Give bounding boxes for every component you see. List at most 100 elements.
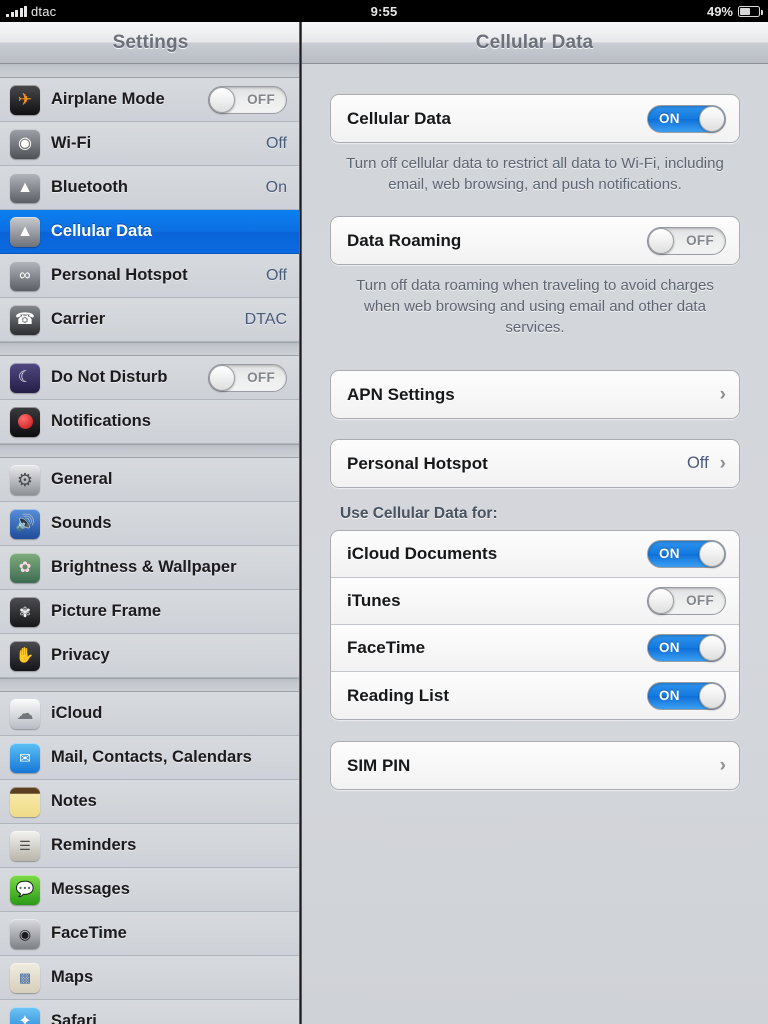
toggle-knob [209,364,235,391]
do-not-disturb-toggle[interactable]: OFF [208,363,287,392]
wallpaper-icon: ✿ [10,552,40,583]
reminders-icon: ☰ [10,830,40,861]
speaker-icon: 🔊 [10,508,40,539]
sidebar-item-reminders[interactable]: ☰ Reminders [0,824,299,868]
sidebar-item-label: Sounds [51,514,112,532]
data-roaming-row[interactable]: Data Roaming OFF [331,217,739,264]
signal-bars-icon [6,5,27,17]
toggle-knob [699,682,725,709]
data-roaming-footer-text: Turn off data roaming when traveling to … [356,277,714,336]
icloud-documents-toggle[interactable]: ON [647,540,726,568]
sidebar-item-personal-hotspot[interactable]: ∞ Personal Hotspot Off [0,254,299,298]
sidebar-item-brightness-wallpaper[interactable]: ✿ Brightness & Wallpaper [0,546,299,590]
airplane-icon: ✈ [10,84,40,115]
sidebar-item-label: Maps [51,968,94,986]
sim-pin-row[interactable]: SIM PIN › [331,742,739,789]
sidebar-item-notes[interactable]: Notes [0,780,299,824]
sidebar-item-mail-contacts-calendars[interactable]: ✉ Mail, Contacts, Calendars [0,736,299,780]
use-cellular-data-group: iCloud Documents ON iTunes OFF FaceTime … [330,530,740,720]
facetime-camera-icon: ◉ [10,918,40,949]
sidebar-item-picture-frame[interactable]: ✾ Picture Frame [0,590,299,634]
wifi-icon: ◉ [10,128,40,159]
itunes-label: iTunes [347,591,401,610]
reading-list-row[interactable]: Reading List ON [331,672,739,719]
sidebar-item-label: Mail, Contacts, Calendars [51,748,252,766]
sidebar-group-spacer [0,64,299,78]
sidebar-group-spacer [0,342,299,356]
personal-hotspot-value: Off [686,454,709,472]
settings-sidebar[interactable]: ✈ Airplane Mode OFF ◉ Wi-Fi Off ▲ Blueto… [0,64,299,1024]
page-title: Cellular Data [475,31,594,53]
sidebar-item-label: Notes [51,792,97,810]
toggle-state-label: OFF [247,369,275,385]
sidebar-item-privacy[interactable]: ✋ Privacy [0,634,299,678]
sidebar-item-messages[interactable]: 💬 Messages [0,868,299,912]
sidebar-item-cellular-data[interactable]: ▲ Cellular Data [0,210,299,254]
cellular-data-footer-text: Turn off cellular data to restrict all d… [346,155,724,193]
sidebar-item-general[interactable]: ⚙ General [0,458,299,502]
toggle-state-label: OFF [247,91,275,107]
reading-list-toggle[interactable]: ON [647,681,726,710]
sidebar-item-label: Reminders [51,836,137,854]
data-roaming-toggle[interactable]: OFF [647,226,726,255]
sidebar-item-label: Cellular Data [51,222,152,240]
hotspot-icon: ∞ [10,260,40,291]
sidebar-item-wifi[interactable]: ◉ Wi-Fi Off [0,122,299,166]
sim-pin-group: SIM PIN › [330,741,740,790]
sidebar-group-spacer [0,444,299,458]
sidebar-item-maps[interactable]: ▩ Maps [0,956,299,1000]
apn-settings-row[interactable]: APN Settings › [331,371,739,418]
cellular-data-label: Cellular Data [347,108,451,128]
data-roaming-group: Data Roaming OFF [330,216,740,265]
gear-icon: ⚙ [10,464,40,495]
cellular-data-row[interactable]: Cellular Data ON [331,95,739,142]
detail-navbar: Cellular Data [301,22,768,64]
cellular-data-toggle[interactable]: ON [647,104,726,133]
sidebar-item-sounds[interactable]: 🔊 Sounds [0,502,299,546]
sidebar-item-label: Safari [51,1012,97,1024]
itunes-row[interactable]: iTunes OFF [331,578,739,625]
sidebar-item-label: Carrier [51,310,106,328]
toggle-state-label: ON [659,687,680,703]
toggle-state-label: OFF [686,232,714,248]
chevron-right-icon: › [719,384,726,405]
chevron-right-icon: › [719,453,726,474]
sidebar-item-facetime[interactable]: ◉ FaceTime [0,912,299,956]
sidebar-item-label: Notifications [51,412,151,430]
ipad-settings-screen: dtac 9:55 49% Settings Cellular Data ✈ A… [0,0,768,1024]
sidebar-item-carrier[interactable]: ☎ Carrier DTAC [0,298,299,342]
toggle-knob [648,227,674,254]
itunes-toggle[interactable]: OFF [647,587,726,615]
toggle-knob [699,635,725,661]
cellular-icon: ▲ [10,216,40,247]
data-roaming-label: Data Roaming [347,230,462,250]
sidebar-item-icloud[interactable]: ☁ iCloud [0,692,299,736]
sidebar-group-spacer [0,678,299,692]
icloud-documents-row[interactable]: iCloud Documents ON [331,531,739,578]
notifications-icon [10,406,40,437]
battery-percent-label: 49% [706,3,733,19]
apn-settings-label: APN Settings [347,384,455,404]
sidebar-item-label: iCloud [51,704,103,722]
sidebar-item-bluetooth[interactable]: ▲ Bluetooth On [0,166,299,210]
sidebar-item-safari[interactable]: ✦ Safari [0,1000,299,1024]
facetime-row[interactable]: FaceTime ON [331,625,739,672]
bluetooth-icon: ▲ [10,172,40,203]
split-view-divider [299,22,302,1024]
status-bar-time: 9:55 [370,3,398,19]
personal-hotspot-row[interactable]: Personal Hotspot Off › [331,440,739,487]
hand-icon: ✋ [10,640,40,671]
sidebar-item-label: General [51,470,113,488]
notes-icon [10,786,40,817]
panel-top-spacer [302,64,768,94]
facetime-toggle[interactable]: ON [647,634,726,662]
airplane-mode-toggle[interactable]: OFF [208,85,287,114]
sidebar-item-do-not-disturb[interactable]: ☾ Do Not Disturb OFF [0,356,299,400]
sidebar-item-notifications[interactable]: Notifications [0,400,299,444]
icloud-documents-label: iCloud Documents [347,544,498,563]
compass-icon: ✦ [10,1006,40,1024]
cloud-icon: ☁ [10,698,40,729]
sidebar-item-airplane-mode[interactable]: ✈ Airplane Mode OFF [0,78,299,122]
toggle-knob [699,105,725,132]
